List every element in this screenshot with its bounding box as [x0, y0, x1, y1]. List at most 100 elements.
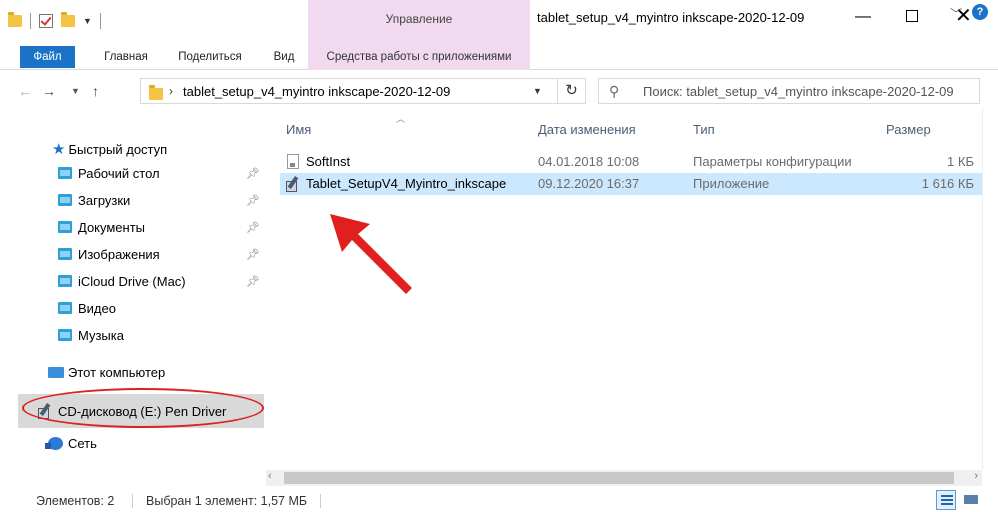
column-header-size[interactable]: Размер	[886, 122, 931, 137]
desktop-folder-icon	[58, 167, 72, 179]
tab-view[interactable]: Вид	[266, 44, 302, 70]
nav-item-icloud[interactable]: iCloud Drive (Mac) 📌︎	[0, 268, 266, 294]
search-input[interactable]: ⚲ Поиск: tablet_setup_v4_myintro inkscap…	[598, 78, 980, 104]
nav-item-video[interactable]: Видео	[0, 295, 266, 321]
file-size: 1 КБ	[947, 154, 974, 169]
nav-quick-access[interactable]: ★ Быстрый доступ	[0, 136, 266, 162]
nav-item-label: Сеть	[68, 435, 97, 451]
pin-icon[interactable]: 📌︎	[246, 275, 260, 288]
file-type: Параметры конфигурации	[693, 154, 852, 169]
nav-item-this-pc[interactable]: Этот компьютер	[0, 359, 266, 385]
computer-icon	[48, 366, 64, 378]
nav-quick-access-label: Быстрый доступ	[68, 141, 168, 157]
qat-separator	[30, 13, 31, 29]
forward-arrow-icon[interactable]: →	[42, 83, 56, 99]
nav-item-label: iCloud Drive (Mac)	[78, 273, 186, 289]
nav-item-documents[interactable]: Документы 📌︎	[0, 214, 266, 240]
nav-item-downloads[interactable]: Загрузки 📌︎	[0, 187, 266, 213]
file-type: Приложение	[693, 176, 770, 191]
nav-item-label: Рабочий стол	[78, 165, 160, 181]
nav-item-label: Документы	[78, 219, 146, 235]
navigation-pane: ★ Быстрый доступ Рабочий стол 📌︎ Загрузк…	[0, 108, 266, 488]
star-icon: ★	[52, 141, 66, 158]
scroll-right-icon[interactable]: ›	[974, 470, 978, 482]
vertical-scrollbar[interactable]	[982, 108, 998, 470]
up-arrow-icon[interactable]: ↑	[92, 83, 99, 99]
qat-separator	[99, 13, 101, 29]
images-folder-icon	[58, 248, 72, 260]
status-bar: Элементов: 2 Выбран 1 элемент: 1,57 МБ	[0, 488, 998, 512]
tab-share[interactable]: Поделиться	[170, 44, 250, 70]
search-placeholder: Поиск: tablet_setup_v4_myintro inkscape-…	[643, 84, 954, 99]
nav-item-label: Музыка	[78, 327, 124, 343]
new-folder-icon[interactable]	[61, 12, 75, 27]
status-divider	[132, 494, 133, 508]
pin-icon[interactable]: 📌︎	[246, 221, 260, 234]
search-icon: ⚲	[609, 83, 620, 99]
video-folder-icon	[58, 302, 72, 314]
breadcrumb-chevron-icon[interactable]: ›	[169, 84, 173, 98]
recent-locations-chevron-icon[interactable]: ▼	[71, 86, 80, 96]
annotation-red-arrow	[330, 214, 412, 294]
nav-item-label: Изображения	[78, 246, 160, 262]
customize-qat-dropdown-icon[interactable]: ▼	[83, 16, 92, 26]
nav-item-music[interactable]: Музыка	[0, 322, 266, 348]
nav-item-label: Видео	[78, 300, 116, 316]
annotation-red-ellipse	[22, 388, 264, 428]
nav-item-label: Загрузки	[78, 192, 131, 208]
pin-icon[interactable]: 📌︎	[246, 167, 260, 180]
music-folder-icon	[58, 329, 72, 341]
address-path[interactable]: tablet_setup_v4_myintro inkscape-2020-12…	[183, 84, 450, 99]
address-bar[interactable]: › tablet_setup_v4_myintro inkscape-2020-…	[140, 78, 558, 104]
help-icon[interactable]: ?	[972, 4, 988, 20]
setup-app-icon	[286, 176, 302, 192]
details-view-icon[interactable]	[936, 490, 956, 510]
horizontal-scrollbar[interactable]: ‹ ›	[266, 470, 982, 486]
tab-file[interactable]: Файл	[20, 46, 75, 68]
config-file-icon	[287, 154, 299, 169]
large-icons-view-icon[interactable]	[962, 492, 980, 508]
network-icon	[45, 436, 63, 450]
expand-ribbon-icon[interactable]: ﹀	[950, 5, 962, 22]
nav-item-network[interactable]: Сеть	[0, 430, 266, 456]
pin-icon[interactable]: 📌︎	[246, 194, 260, 207]
table-row[interactable]: SoftInst 04.01.2018 10:08 Параметры конф…	[280, 151, 982, 173]
window-title: tablet_setup_v4_myintro inkscape-2020-12…	[537, 10, 805, 25]
downloads-folder-icon	[58, 194, 72, 206]
minimize-button[interactable]: —	[852, 8, 874, 30]
documents-folder-icon	[58, 221, 72, 233]
nav-item-desktop[interactable]: Рабочий стол 📌︎	[0, 160, 266, 186]
sort-ascending-icon: ︿	[396, 114, 406, 124]
contextual-tab-group: Управление	[308, 0, 530, 44]
folder-icon	[149, 85, 163, 100]
back-arrow-icon[interactable]: ←	[18, 83, 32, 99]
column-header-date[interactable]: Дата изменения	[538, 122, 636, 137]
address-dropdown-icon[interactable]: ▼	[533, 86, 542, 96]
status-item-count: Элементов: 2	[36, 494, 115, 508]
scroll-left-icon[interactable]: ‹	[268, 470, 272, 482]
status-selection: Выбран 1 элемент: 1,57 МБ	[146, 494, 308, 508]
nav-item-images[interactable]: Изображения 📌︎	[0, 241, 266, 267]
scroll-thumb[interactable]	[284, 472, 954, 484]
properties-check-icon[interactable]	[39, 14, 53, 28]
icloud-folder-icon	[58, 275, 72, 287]
tab-application-tools[interactable]: Средства работы с приложениями	[308, 44, 530, 70]
quick-access-toolbar: ▼	[8, 10, 101, 32]
ribbon-tabs: Файл Главная Поделиться Вид Средства раб…	[0, 44, 998, 70]
pin-icon[interactable]: 📌︎	[246, 248, 260, 261]
tab-home[interactable]: Главная	[94, 44, 158, 70]
column-header-type[interactable]: Тип	[693, 122, 715, 137]
file-name: Tablet_SetupV4_Myintro_inkscape	[306, 176, 507, 191]
file-name: SoftInst	[306, 154, 351, 169]
nav-item-label: Этот компьютер	[68, 364, 166, 380]
file-date: 04.01.2018 10:08	[538, 154, 640, 169]
file-size: 1 616 КБ	[921, 176, 974, 191]
table-row-selected[interactable]: Tablet_SetupV4_Myintro_inkscape 09.12.20…	[280, 173, 982, 195]
column-header-name[interactable]: Имя	[286, 122, 311, 137]
contextual-tab-group-label: Управление	[385, 12, 453, 26]
navigation-bar: ← → ▼ ↑ › tablet_setup_v4_myintro inksca…	[0, 74, 998, 108]
status-divider	[320, 494, 321, 508]
refresh-button[interactable]: ↻	[558, 78, 586, 104]
maximize-button[interactable]	[906, 10, 918, 22]
file-date: 09.12.2020 16:37	[538, 176, 640, 191]
